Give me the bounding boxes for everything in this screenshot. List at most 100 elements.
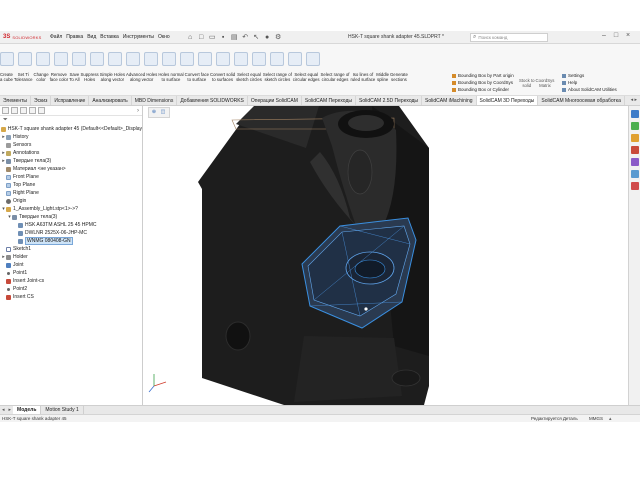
chevron-right-icon[interactable]: ▸: [9, 407, 12, 413]
create-cube-button[interactable]: Create a cube: [0, 72, 13, 82]
restore-icon[interactable]: □: [610, 32, 622, 39]
lower-ring[interactable]: [391, 369, 421, 387]
coolant-channel[interactable]: [347, 149, 373, 195]
menu-insert[interactable]: Вставка: [100, 34, 119, 40]
generate-sections-button[interactable]: Generate sections: [390, 72, 408, 82]
convert-face-button[interactable]: Convert face to surface: [185, 72, 209, 82]
tree-item[interactable]: Point1: [0, 269, 142, 277]
feature-tree-tab-icon[interactable]: [2, 107, 9, 114]
tab-sketch[interactable]: Эскиз: [31, 96, 52, 105]
tab-addins[interactable]: Добавления SOLIDWORKS: [177, 96, 248, 105]
config-tab-icon[interactable]: [20, 107, 27, 114]
color-icon[interactable]: [36, 52, 50, 66]
new-icon[interactable]: □: [197, 33, 206, 42]
menu-edit[interactable]: Правка: [66, 34, 83, 40]
tab-model[interactable]: Модель: [13, 406, 42, 414]
tree-item[interactable]: Front Plane: [0, 173, 142, 181]
tab-solidcam-operations[interactable]: Операции SolidCAM: [248, 96, 302, 105]
tree-item[interactable]: ▾ Твердые тела(3): [0, 213, 142, 221]
simple-holes-icon[interactable]: [108, 52, 122, 66]
tab-evaluate[interactable]: Исправление: [51, 96, 90, 105]
section-view-icon[interactable]: ◫: [159, 109, 167, 116]
tree-item[interactable]: Материал <не указан>: [0, 165, 142, 173]
tree-item[interactable]: WNMG 080408-GN: [0, 237, 142, 245]
insert-point[interactable]: [364, 307, 368, 311]
display-tab-icon[interactable]: [38, 107, 45, 114]
tree-item[interactable]: Insert CS: [0, 293, 142, 301]
set-tolerance-button[interactable]: Set Ti Tolerance: [14, 72, 33, 82]
shank-top-inner[interactable]: [348, 115, 384, 131]
middle-spline-button[interactable]: Middle spline: [376, 72, 389, 82]
tab-features[interactable]: Элементы: [0, 96, 31, 105]
tree-item[interactable]: Top Plane: [0, 181, 142, 189]
simple-holes-button[interactable]: Simple Holes along vector: [100, 72, 125, 82]
tab-solidcam-imachining[interactable]: SolidCAM iMachining: [422, 96, 477, 105]
menu-window[interactable]: Окно: [158, 34, 170, 40]
print-icon[interactable]: ▤: [230, 33, 239, 42]
select-equal-circular-edges-button[interactable]: Select equal circular edges: [293, 72, 320, 82]
search-box[interactable]: ⌕ Поиск команд: [470, 33, 548, 42]
solid-surfaces-icon[interactable]: [180, 52, 194, 66]
tree-item[interactable]: ▸ History: [0, 133, 142, 141]
tab-scroll-arrows[interactable]: ◂ ▸: [631, 97, 637, 103]
iso-lines-button[interactable]: Iso lines of ruled surface: [350, 72, 375, 82]
undo-icon[interactable]: ↶: [241, 33, 250, 42]
resources-icon[interactable]: [630, 110, 639, 118]
advanced-holes-icon[interactable]: [126, 52, 140, 66]
file-explorer-icon[interactable]: [630, 134, 639, 142]
coordsys-matrix-button[interactable]: CoordSys Matrix: [536, 78, 555, 88]
tab-motion-study[interactable]: Motion Study 1: [41, 406, 84, 414]
solidworks-logo[interactable]: 3S SOLIDWORKS: [3, 34, 43, 40]
design-library-icon[interactable]: [630, 122, 639, 130]
property-tab-icon[interactable]: [11, 107, 18, 114]
tree-item[interactable]: HSK A63TM ASHL 25 45 HPMC: [0, 221, 142, 229]
close-icon[interactable]: ×: [622, 32, 634, 39]
tab-solidcam-multiaxis[interactable]: SolidCAM Многоосевая обработка: [538, 96, 625, 105]
middle-spline-icon[interactable]: [288, 52, 302, 66]
range-circles-icon[interactable]: [216, 52, 230, 66]
equal-edges-icon[interactable]: [234, 52, 248, 66]
custom-properties-icon[interactable]: [630, 170, 639, 178]
view-palette-icon[interactable]: [630, 146, 639, 154]
chevron-right-icon[interactable]: ›: [137, 108, 139, 114]
tab-solidcam-3d[interactable]: SolidCAM 3D Переходы: [476, 96, 539, 105]
minimize-icon[interactable]: –: [598, 32, 610, 39]
tree-item[interactable]: ▸ Holder: [0, 253, 142, 261]
tree-item[interactable]: Sensors: [0, 141, 142, 149]
tab-analyze[interactable]: Анализировать: [89, 96, 132, 105]
holes-normal-button[interactable]: Holes normal to surface: [158, 72, 183, 82]
select-icon[interactable]: ↖: [252, 33, 261, 42]
remove-color-icon[interactable]: [54, 52, 68, 66]
appearances-icon[interactable]: [630, 158, 639, 166]
create-cube-icon[interactable]: [0, 52, 14, 66]
tab-mbd[interactable]: MBD Dimensions: [132, 96, 178, 105]
change-color-button[interactable]: Change color: [34, 72, 49, 82]
model-view[interactable]: [144, 106, 628, 405]
select-equal-sketch-circles-button[interactable]: Select equal sketch circles: [236, 72, 262, 82]
zoom-fit-icon[interactable]: ⊕: [150, 109, 158, 116]
tree-item[interactable]: DWLNR 2525X-06-JHP-MC: [0, 229, 142, 237]
tolerance-icon[interactable]: [18, 52, 32, 66]
about-item[interactable]: About SolidCAM Utilities: [562, 86, 632, 93]
status-units[interactable]: MMGS: [589, 416, 603, 421]
menu-file[interactable]: Файл: [50, 34, 62, 40]
iso-lines-icon[interactable]: [270, 52, 284, 66]
dimxpert-tab-icon[interactable]: [29, 107, 36, 114]
holes-normal-icon[interactable]: [144, 52, 158, 66]
help-item[interactable]: Help: [562, 79, 632, 86]
select-range-sketch-circles-button[interactable]: Select range of sketch circles: [263, 72, 292, 82]
bounding-box-cylinder[interactable]: Bounding Box or Cylinder: [452, 86, 524, 93]
tree-item[interactable]: Joint: [0, 261, 142, 269]
select-range-circular-edges-button[interactable]: Select range of circular edges: [321, 72, 350, 82]
graphics-area[interactable]: [144, 106, 628, 405]
tree-item[interactable]: ▸ Annotations: [0, 149, 142, 157]
stock-to-solid-button[interactable]: Stock to solid: [519, 78, 535, 88]
tab-solidcam-transitions[interactable]: SolidCAM Переходы: [302, 96, 356, 105]
options-icon[interactable]: ⚙: [274, 33, 283, 42]
lower-shoulder[interactable]: [294, 336, 402, 402]
tree-root[interactable]: HSK-T square shank adapter 45 (Default<<…: [0, 125, 142, 133]
chevron-left-icon[interactable]: ◂: [2, 407, 5, 413]
rebuild-icon[interactable]: ●: [263, 33, 272, 42]
side-hole[interactable]: [225, 321, 251, 351]
tree-item[interactable]: Point2: [0, 285, 142, 293]
